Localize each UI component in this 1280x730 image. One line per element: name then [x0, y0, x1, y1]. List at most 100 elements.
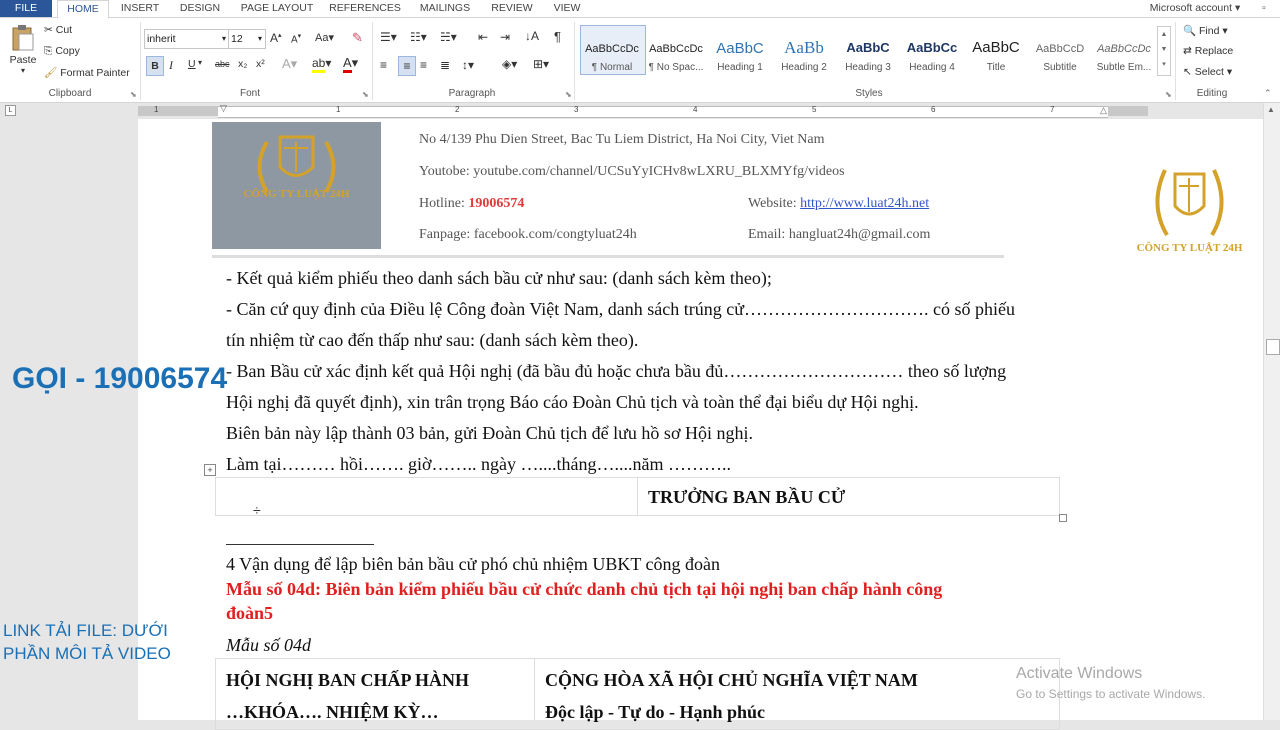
align-center-icon[interactable]: ≡ [398, 56, 416, 76]
styles-group-label: Styles [855, 88, 883, 99]
highlight-icon[interactable]: ab▾ [312, 56, 331, 73]
font-size-select[interactable]: 12 ▾ [228, 29, 266, 49]
address-text: No 4/139 Phu Dien Street, Bac Tu Liem Di… [419, 132, 825, 147]
cursor-icon: ↖ [1183, 66, 1192, 78]
find-button[interactable]: 🔍 Find ▾ [1183, 24, 1228, 37]
style-heading-4[interactable]: AaBbCc Heading 4 [901, 26, 963, 74]
tab-home[interactable]: HOME [57, 0, 109, 19]
footnote-separator [226, 544, 374, 545]
select-button[interactable]: ↖ Select ▾ [1183, 66, 1232, 78]
tab-review[interactable]: REVIEW [485, 0, 539, 17]
call-overlay: GỌI - 19006574 [12, 362, 228, 395]
increase-indent-icon[interactable]: ⇥ [500, 30, 510, 44]
underline-button[interactable]: U [188, 58, 196, 70]
tab-page-layout[interactable]: PAGE LAYOUT [236, 0, 318, 17]
tab-references[interactable]: REFERENCES [326, 0, 404, 17]
chevron-down-icon: ▾ [221, 34, 226, 43]
body-line: Hội nghị đã quyết định), xin trân trọng … [226, 392, 919, 412]
chevron-down-icon[interactable]: ▾ [198, 58, 202, 67]
activate-windows-title: Activate Windows [1016, 665, 1143, 682]
table-divider [534, 658, 535, 720]
tab-selector-icon[interactable]: L [5, 105, 16, 116]
dialog-launcher-icon[interactable]: ⬊ [565, 90, 572, 99]
editing-group-label: Editing [1196, 88, 1228, 99]
tab-file[interactable]: FILE [0, 0, 52, 17]
header-divider [212, 255, 1004, 258]
strikethrough-button[interactable]: abc [215, 59, 230, 69]
cut-button[interactable]: ✂ Cut [44, 24, 72, 36]
dialog-launcher-icon[interactable]: ⬊ [1165, 90, 1172, 99]
dialog-launcher-icon[interactable]: ⬊ [130, 90, 137, 99]
indent-marker-icon[interactable]: ▽ [220, 103, 227, 114]
bold-button[interactable]: B [146, 56, 164, 76]
left-heading: HỘI NGHỊ BAN CHẤP HÀNH [226, 670, 470, 690]
section-title: Mẫu số 04d: Biên bản kiểm phiếu bầu cử c… [226, 579, 943, 599]
tab-design[interactable]: DESIGN [172, 0, 228, 17]
style-heading-3[interactable]: AaBbC Heading 3 [837, 26, 899, 74]
hotline-text: Hotline: 19006574 [419, 196, 525, 211]
body-line: - Kết quả kiểm phiếu theo danh sách bầu … [226, 268, 772, 288]
line-spacing-icon[interactable]: ↕▾ [462, 58, 474, 72]
text-effects-icon[interactable]: A▾ [282, 56, 297, 72]
body-line: tín nhiệm từ cao đến thấp như sau: (danh… [226, 330, 639, 350]
font-color-icon[interactable]: A▾ [343, 55, 358, 73]
style-title[interactable]: AaBbC Title [965, 26, 1027, 74]
paste-button[interactable]: Paste ▾ [8, 24, 38, 75]
paragraph-group-label: Paragraph [448, 88, 496, 99]
numbering-icon[interactable]: ☷▾ [410, 30, 427, 44]
style-subtle-emphasis[interactable]: AaBbCcDc Subtle Em... [1093, 26, 1155, 74]
styles-scroll[interactable]: ▲ ▼ ▾ [1157, 26, 1171, 76]
scroll-thumb[interactable] [1266, 339, 1280, 355]
format-painter-button[interactable]: 🖌 Format Painter [44, 66, 130, 79]
borders-icon[interactable]: ⊞▾ [533, 57, 549, 71]
table-resize-handle[interactable] [1059, 514, 1067, 522]
dialog-launcher-icon[interactable]: ⬊ [362, 90, 369, 99]
row-resize-icon[interactable]: ÷ [253, 502, 261, 518]
style-heading-1[interactable]: AaBbC Heading 1 [709, 26, 771, 74]
multilevel-list-icon[interactable]: ☵▾ [440, 30, 457, 44]
tab-mailings[interactable]: MAILINGS [412, 0, 478, 17]
account-menu[interactable]: Microsoft account ▾ [1140, 0, 1250, 17]
align-left-icon[interactable]: ≡ [380, 58, 387, 72]
account-avatar-icon[interactable]: ▫ [1254, 0, 1274, 17]
vertical-scrollbar[interactable]: ▲ [1263, 103, 1280, 720]
sort-icon[interactable]: ↓A [525, 29, 539, 43]
grow-font-icon[interactable]: A▴ [270, 31, 282, 45]
body-line: - Ban Bầu cử xác định kết quả Hội nghị (… [226, 361, 1007, 381]
tab-insert[interactable]: INSERT [114, 0, 166, 17]
clipboard-icon [12, 25, 34, 51]
decrease-indent-icon[interactable]: ⇤ [478, 30, 488, 44]
website-link[interactable]: http://www.luat24h.net [800, 196, 929, 211]
scales-of-justice-icon [257, 135, 336, 194]
justify-icon[interactable]: ≣ [440, 58, 450, 72]
body-line: Làm tại……… hồi……. giờ…….. ngày …....thán… [226, 454, 731, 474]
search-icon: 🔍 [1183, 25, 1197, 37]
font-name-select[interactable]: inherit ▾ [144, 29, 230, 49]
activate-windows-hint: Go to Settings to activate Windows. [1016, 687, 1206, 701]
style-subtitle[interactable]: AaBbCcD Subtitle [1029, 26, 1091, 74]
bullets-icon[interactable]: ☰▾ [380, 30, 397, 44]
ruler-margin-right [1108, 106, 1148, 116]
link-overlay-2: PHẦN MÔI TẢ VIDEO [3, 644, 171, 663]
style-normal[interactable]: AaBbCcDc ¶ Normal [581, 26, 643, 74]
style-no-spacing[interactable]: AaBbCcDc ¶ No Spac... [645, 26, 707, 74]
shading-icon[interactable]: ◈▾ [502, 57, 517, 71]
tab-view[interactable]: VIEW [545, 0, 589, 17]
table-move-handle-icon[interactable]: + [204, 464, 216, 476]
hotline-number: 19006574 [468, 196, 525, 211]
replace-button[interactable]: ⇄ Replace [1183, 45, 1233, 57]
copy-button[interactable]: ⎘ Copy [44, 45, 80, 58]
right-indent-marker-icon[interactable]: △ [1100, 105, 1107, 116]
scroll-up-icon[interactable]: ▲ [1267, 105, 1275, 114]
show-formatting-icon[interactable]: ¶ [554, 29, 561, 44]
change-case-icon[interactable]: Aa▾ [315, 31, 334, 44]
superscript-button[interactable]: x² [256, 58, 265, 70]
subscript-button[interactable]: x₂ [238, 58, 247, 70]
italic-button[interactable]: I [169, 58, 173, 73]
shrink-font-icon[interactable]: A▾ [291, 32, 301, 45]
align-right-icon[interactable]: ≡ [420, 58, 427, 72]
style-heading-2[interactable]: AaBb Heading 2 [773, 26, 835, 74]
horizontal-ruler[interactable]: L ▽ △ 1 1 2 3 4 5 6 7 [0, 103, 1280, 119]
clear-formatting-icon[interactable]: ✎ [352, 30, 363, 46]
collapse-ribbon-icon[interactable]: ⌃ [1264, 88, 1272, 99]
